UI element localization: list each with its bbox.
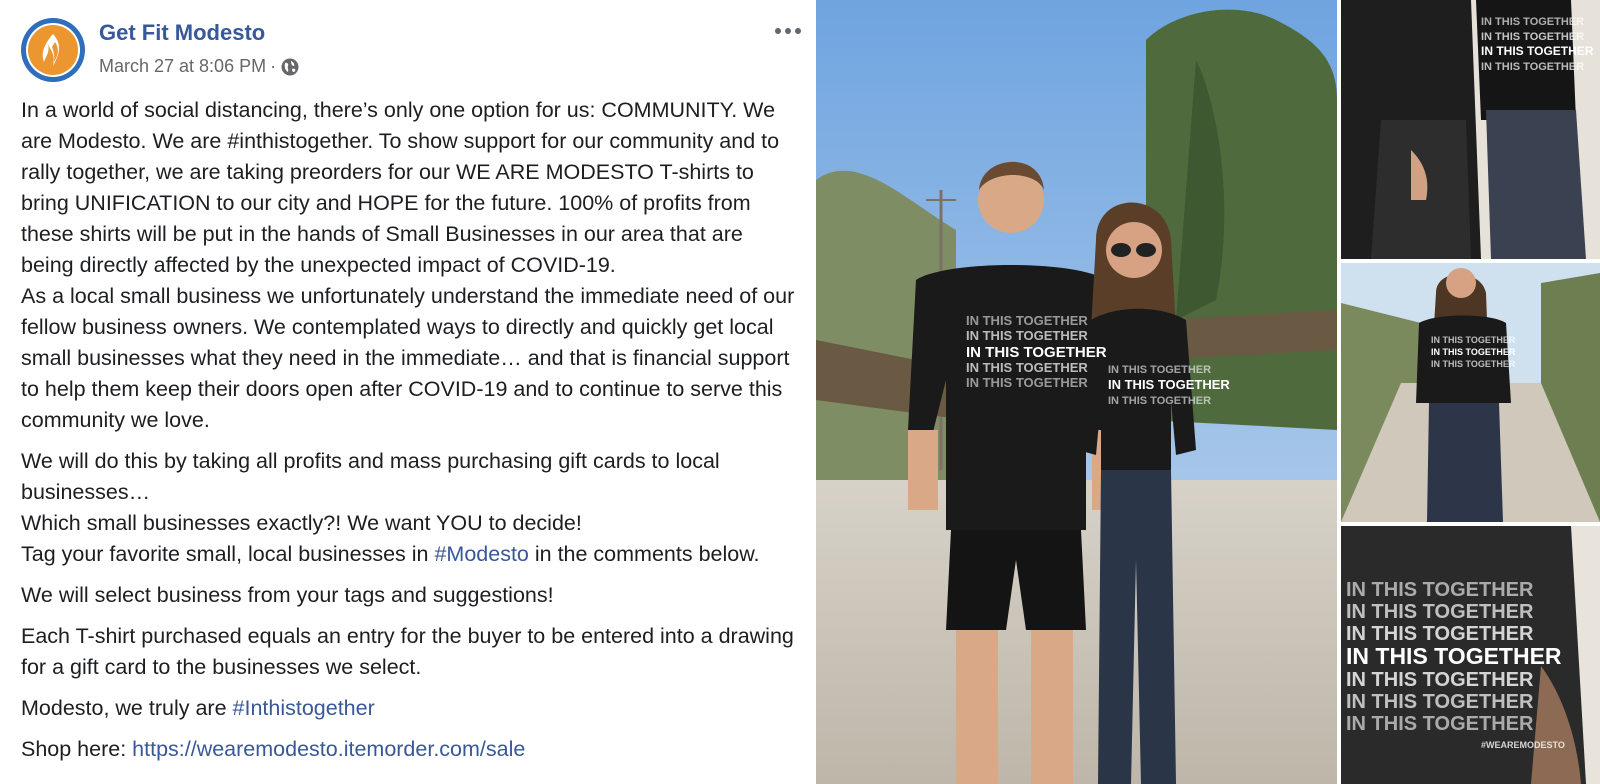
page-name-link[interactable]: Get Fit Modesto	[99, 20, 265, 46]
flame-logo-icon	[42, 34, 60, 66]
post-paragraph-2: We will do this by taking all profits an…	[21, 449, 720, 504]
post-paragraph: In a world of social distancing, there’s…	[21, 95, 801, 436]
photo-thumbnail-2[interactable]: IN THIS TOGETHER IN THIS TOGETHER IN THI…	[1341, 263, 1600, 522]
post-content-panel: Get Fit Modesto March 27 at 8:06 PM · In…	[0, 0, 810, 784]
shirt-line: IN THIS TOGETHER	[1346, 643, 1562, 669]
shirt-print-thumb2: IN THIS TOGETHER IN THIS TOGETHER IN THI…	[1431, 335, 1516, 369]
photo-main-image: IN THIS TOGETHER IN THIS TOGETHER IN THI…	[816, 0, 1337, 784]
shirt-line: IN THIS TOGETHER	[1346, 669, 1534, 691]
photo-thumbnail-2-image: IN THIS TOGETHER IN THIS TOGETHER IN THI…	[1341, 263, 1600, 522]
post-paragraph-4: Each T-shirt purchased equals an entry f…	[21, 624, 794, 679]
globe-icon[interactable]	[280, 57, 300, 77]
post-paragraph-5-before: Modesto, we truly are	[21, 696, 233, 720]
more-dot	[795, 28, 801, 34]
shirt-print-thumb1: IN THIS TOGETHER IN THIS TOGETHER IN THI…	[1481, 16, 1594, 73]
shirt-line: IN THIS TOGETHER	[1346, 623, 1534, 645]
photo-thumbnail-3[interactable]: IN THIS TOGETHER IN THIS TOGETHER IN THI…	[1341, 526, 1600, 784]
meta-separator: ·	[270, 56, 277, 76]
post-paragraph: Modesto, we truly are #Inthistogether	[21, 693, 801, 724]
post-paragraph-1b: As a local small business we unfortunate…	[21, 284, 795, 432]
page-avatar[interactable]	[21, 18, 85, 82]
post-paragraph-2b: Which small businesses exactly?! We want…	[21, 511, 582, 535]
post-meta: March 27 at 8:06 PM ·	[99, 56, 300, 77]
shirt-line: IN THIS TOGETHER	[1481, 61, 1584, 73]
shirt-line: IN THIS TOGETHER	[1481, 44, 1594, 58]
shirt-line: IN THIS TOGETHER	[966, 375, 1088, 390]
shirt-line: IN THIS TOGETHER	[1346, 691, 1534, 713]
more-dot	[785, 28, 791, 34]
shop-url-link[interactable]: https://wearemodesto.itemorder.com/sale	[132, 737, 525, 761]
shirt-line: IN THIS TOGETHER	[1481, 16, 1584, 28]
post-paragraph-3: We will select business from your tags a…	[21, 583, 554, 607]
avatar-ring	[26, 23, 80, 77]
post-paragraph: Shop here: https://wearemodesto.itemorde…	[21, 734, 801, 765]
shirt-tag: #WEAREMODESTO	[1481, 740, 1565, 750]
hashtag-modesto-link[interactable]: #Modesto	[434, 542, 528, 566]
shirt-line: IN THIS TOGETHER	[1108, 395, 1211, 407]
shirt-line: IN THIS TOGETHER	[1108, 364, 1211, 376]
shirt-line: IN THIS TOGETHER	[1346, 601, 1534, 623]
photo-main[interactable]: IN THIS TOGETHER IN THIS TOGETHER IN THI…	[816, 0, 1337, 784]
shirt-line: IN THIS TOGETHER	[1346, 713, 1534, 735]
shirt-line: IN THIS TOGETHER	[1431, 347, 1516, 357]
hashtag-inthistogether-link[interactable]: #Inthistogether	[233, 696, 375, 720]
post-message: In a world of social distancing, there’s…	[21, 95, 801, 775]
shirt-line: IN THIS TOGETHER	[966, 313, 1088, 328]
post-timestamp[interactable]: March 27 at 8:06 PM	[99, 56, 266, 77]
shop-label: Shop here:	[21, 737, 133, 761]
shirt-print-thumb3: IN THIS TOGETHER IN THIS TOGETHER IN THI…	[1346, 579, 1565, 750]
photo-thumbnail-1[interactable]: IN THIS TOGETHER IN THIS TOGETHER IN THI…	[1341, 0, 1600, 259]
more-dot	[775, 28, 781, 34]
more-options-icon[interactable]	[768, 18, 808, 44]
photo-thumbnail-1-image: IN THIS TOGETHER IN THIS TOGETHER IN THI…	[1341, 0, 1600, 259]
post-paragraph-2c-before: Tag your favorite small, local businesse…	[21, 542, 435, 566]
shirt-line: IN THIS TOGETHER	[1431, 359, 1516, 369]
post-paragraph: We will do this by taking all profits an…	[21, 446, 801, 570]
post-paragraph-1: In a world of social distancing, there’s…	[21, 98, 780, 277]
shirt-line: IN THIS TOGETHER	[966, 344, 1107, 361]
photo-thumbnail-3-image: IN THIS TOGETHER IN THIS TOGETHER IN THI…	[1341, 526, 1600, 784]
shirt-line: IN THIS TOGETHER	[1108, 377, 1230, 392]
shirt-line: IN THIS TOGETHER	[1481, 31, 1584, 43]
avatar-logo	[28, 25, 78, 75]
shirt-line: IN THIS TOGETHER	[1346, 579, 1534, 601]
post-paragraph-2c-after: in the comments below.	[528, 542, 760, 566]
shirt-line: IN THIS TOGETHER	[1431, 335, 1516, 345]
shirt-line: IN THIS TOGETHER	[966, 360, 1088, 375]
shirt-line: IN THIS TOGETHER	[966, 328, 1088, 343]
